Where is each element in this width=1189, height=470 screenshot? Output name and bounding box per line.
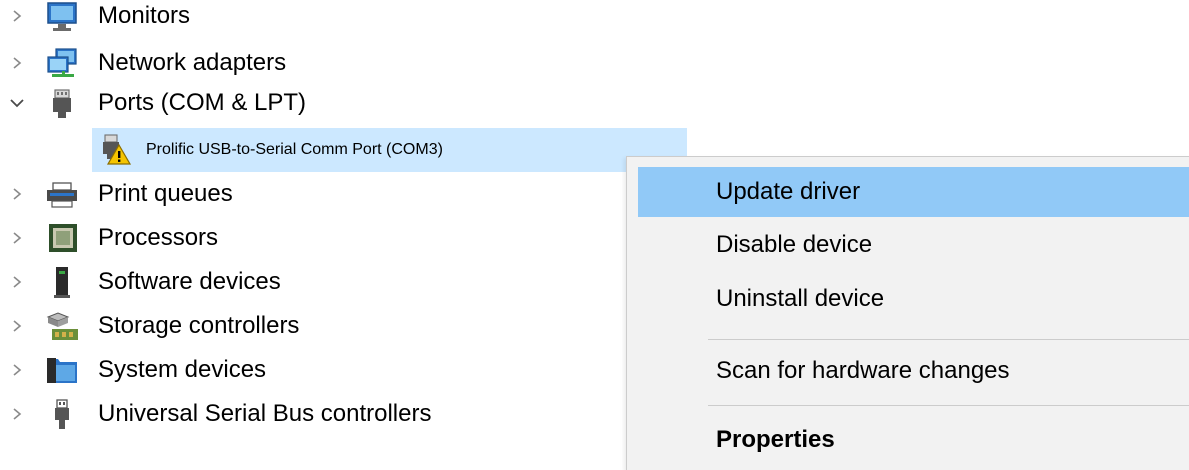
chevron-right-icon[interactable] [6, 359, 28, 381]
monitor-icon [44, 0, 80, 33]
software-device-icon [44, 265, 80, 299]
tree-item-label: Universal Serial Bus controllers [98, 400, 432, 427]
menu-item-disable-device[interactable]: Disable device [638, 220, 1189, 270]
tree-item-software-devices[interactable]: Software devices [0, 260, 560, 304]
chevron-right-icon[interactable] [6, 227, 28, 249]
tree-item-print-queues[interactable]: Print queues [0, 172, 560, 216]
storage-controller-icon [44, 309, 80, 343]
chevron-down-icon[interactable] [6, 92, 28, 114]
chevron-right-icon[interactable] [6, 403, 28, 425]
tree-item-label: Prolific USB-to-Serial Comm Port (COM3) [146, 141, 443, 158]
network-adapter-icon [44, 46, 80, 80]
tree-item-label: Ports (COM & LPT) [98, 89, 307, 116]
device-manager-view: Monitors Network adapters Ports (COM & L… [0, 0, 1189, 470]
chevron-right-icon[interactable] [6, 183, 28, 205]
tree-item-network-adapters[interactable]: Network adapters [0, 41, 560, 85]
tree-item-label: System devices [98, 356, 267, 383]
system-devices-icon [44, 353, 80, 387]
tree-item-system-devices[interactable]: System devices [0, 348, 560, 392]
port-warning-icon [98, 133, 134, 167]
menu-separator [708, 405, 1189, 406]
tree-item-label: Storage controllers [98, 312, 300, 339]
chevron-right-icon[interactable] [6, 271, 28, 293]
usb-icon [44, 397, 80, 431]
menu-item-update-driver[interactable]: Update driver [638, 167, 1189, 217]
context-menu: Update driver Disable device Uninstall d… [626, 156, 1189, 470]
processor-icon [44, 221, 80, 255]
tree-item-label: Monitors [98, 2, 191, 29]
menu-item-scan-hardware[interactable]: Scan for hardware changes [638, 346, 1189, 396]
tree-item-prolific-port[interactable]: Prolific USB-to-Serial Comm Port (COM3) [92, 128, 687, 172]
tree-item-label: Print queues [98, 180, 233, 207]
menu-item-uninstall-device[interactable]: Uninstall device [638, 274, 1189, 324]
menu-separator [708, 339, 1189, 340]
menu-item-properties[interactable]: Properties [638, 415, 1189, 465]
chevron-right-icon[interactable] [6, 5, 28, 27]
tree-item-label: Software devices [98, 268, 281, 295]
tree-item-processors[interactable]: Processors [0, 216, 560, 260]
tree-item-ports[interactable]: Ports (COM & LPT) [0, 81, 560, 125]
tree-item-label: Processors [98, 224, 219, 251]
chevron-right-icon[interactable] [6, 315, 28, 337]
tree-item-usb-controllers[interactable]: Universal Serial Bus controllers [0, 392, 560, 436]
chevron-right-icon[interactable] [6, 52, 28, 74]
tree-item-monitors[interactable]: Monitors [0, 0, 560, 38]
port-icon [44, 86, 80, 120]
tree-item-label: Network adapters [98, 49, 287, 76]
tree-item-storage-controllers[interactable]: Storage controllers [0, 304, 560, 348]
printer-icon [44, 177, 80, 211]
